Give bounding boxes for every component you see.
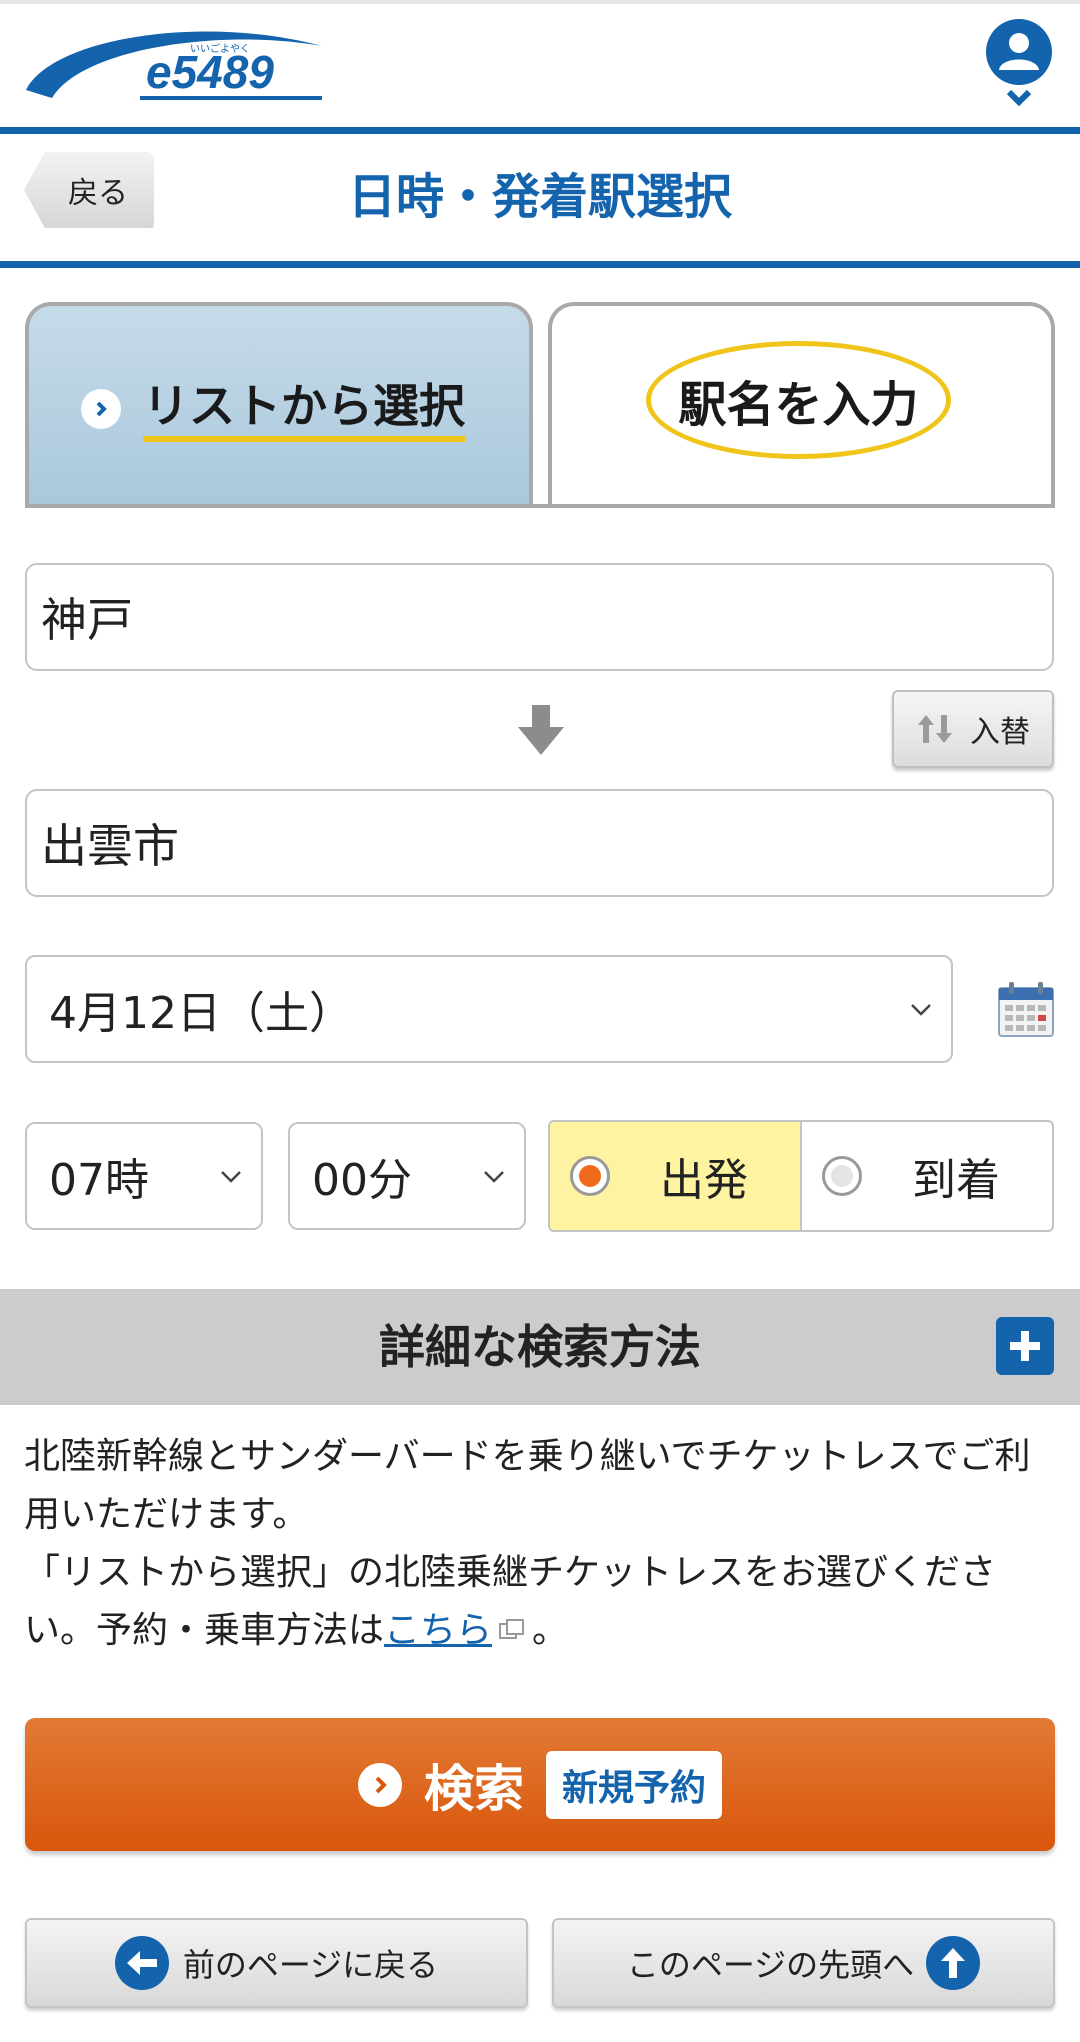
minute-value: 00分	[312, 1155, 412, 1206]
radio-departure-label: 出発	[660, 1155, 748, 1206]
date-select[interactable]: 4月12日（土）	[25, 955, 953, 1063]
notice-line2-end: 。	[532, 1610, 569, 1651]
swap-label: 入替	[970, 715, 1030, 750]
account-menu-button[interactable]	[983, 18, 1055, 110]
chevron-down-icon	[911, 1004, 931, 1016]
page-title: 日時・発着駅選択	[347, 169, 732, 225]
notice-line2: 「リストから選択」の北陸乗継チケットレスをお選びください。予約・乗車方法はこちら…	[24, 1544, 1064, 1660]
direction-radio-group: 出発 到着	[548, 1120, 1054, 1232]
ticketless-notice: 北陸新幹線とサンダーバードを乗り継いでチケットレスでご利用いただけます。 「リス…	[24, 1428, 1064, 1660]
tab-baseline	[25, 504, 1055, 508]
radio-departure[interactable]: 出発	[550, 1122, 802, 1230]
chevron-down-icon	[221, 1171, 241, 1183]
logo-ruby: いいごよやく	[190, 42, 250, 55]
page-top-label: このページの先頭へ	[626, 1946, 915, 1984]
detail-search-label: 詳細な検索方法	[379, 1320, 701, 1374]
chevron-down-icon	[484, 1171, 504, 1183]
hour-select[interactable]: 07時	[25, 1122, 263, 1230]
search-button[interactable]: 検索 新規予約	[25, 1718, 1055, 1851]
title-divider	[0, 261, 1080, 268]
arrow-left-icon	[114, 1936, 169, 1990]
from-station-input[interactable]: 神戸	[25, 563, 1054, 671]
chevron-right-icon	[81, 389, 121, 429]
to-station-input[interactable]: 出雲市	[25, 789, 1054, 897]
date-value: 4月12日（土）	[49, 988, 353, 1039]
plus-icon[interactable]	[996, 1317, 1054, 1375]
prev-page-button[interactable]: 前のページに戻る	[25, 1918, 528, 2008]
external-link-icon	[499, 1619, 525, 1639]
notice-line1: 北陸新幹線とサンダーバードを乗り継いでチケットレスでご利用いただけます。	[24, 1436, 1031, 1535]
radio-arrival[interactable]: 到着	[802, 1122, 1052, 1230]
radio-unselected-icon	[822, 1156, 862, 1196]
notice-link[interactable]: こちら	[384, 1610, 492, 1651]
e5489-logo[interactable]: e5489 いいごよやく	[22, 18, 340, 110]
swap-stations-button[interactable]: 入替	[892, 690, 1054, 768]
tab-station-label: 駅名を入力	[646, 341, 951, 459]
swap-icon	[918, 715, 952, 743]
minute-select[interactable]: 00分	[288, 1122, 526, 1230]
person-icon	[986, 19, 1052, 107]
top-border	[0, 0, 1080, 4]
chevron-right-icon	[357, 1762, 402, 1807]
calendar-icon[interactable]	[997, 980, 1055, 1038]
tab-station-input[interactable]: 駅名を入力	[548, 302, 1055, 507]
prev-page-label: 前のページに戻る	[182, 1946, 439, 1984]
search-label: 検索	[423, 1759, 524, 1818]
page-top-button[interactable]: このページの先頭へ	[552, 1918, 1055, 2008]
arrow-up-icon	[926, 1936, 981, 1990]
tab-list-select[interactable]: リストから選択	[25, 302, 533, 507]
radio-selected-icon	[570, 1156, 610, 1196]
radio-arrival-label: 到着	[912, 1155, 1000, 1206]
header-divider	[0, 127, 1080, 134]
arrow-down-icon	[516, 705, 566, 757]
tab-list-label: リストから選択	[143, 376, 465, 442]
new-reservation-badge: 新規予約	[545, 1750, 722, 1819]
hour-value: 07時	[49, 1155, 149, 1206]
detail-search-toggle[interactable]: 詳細な検索方法	[0, 1289, 1080, 1405]
